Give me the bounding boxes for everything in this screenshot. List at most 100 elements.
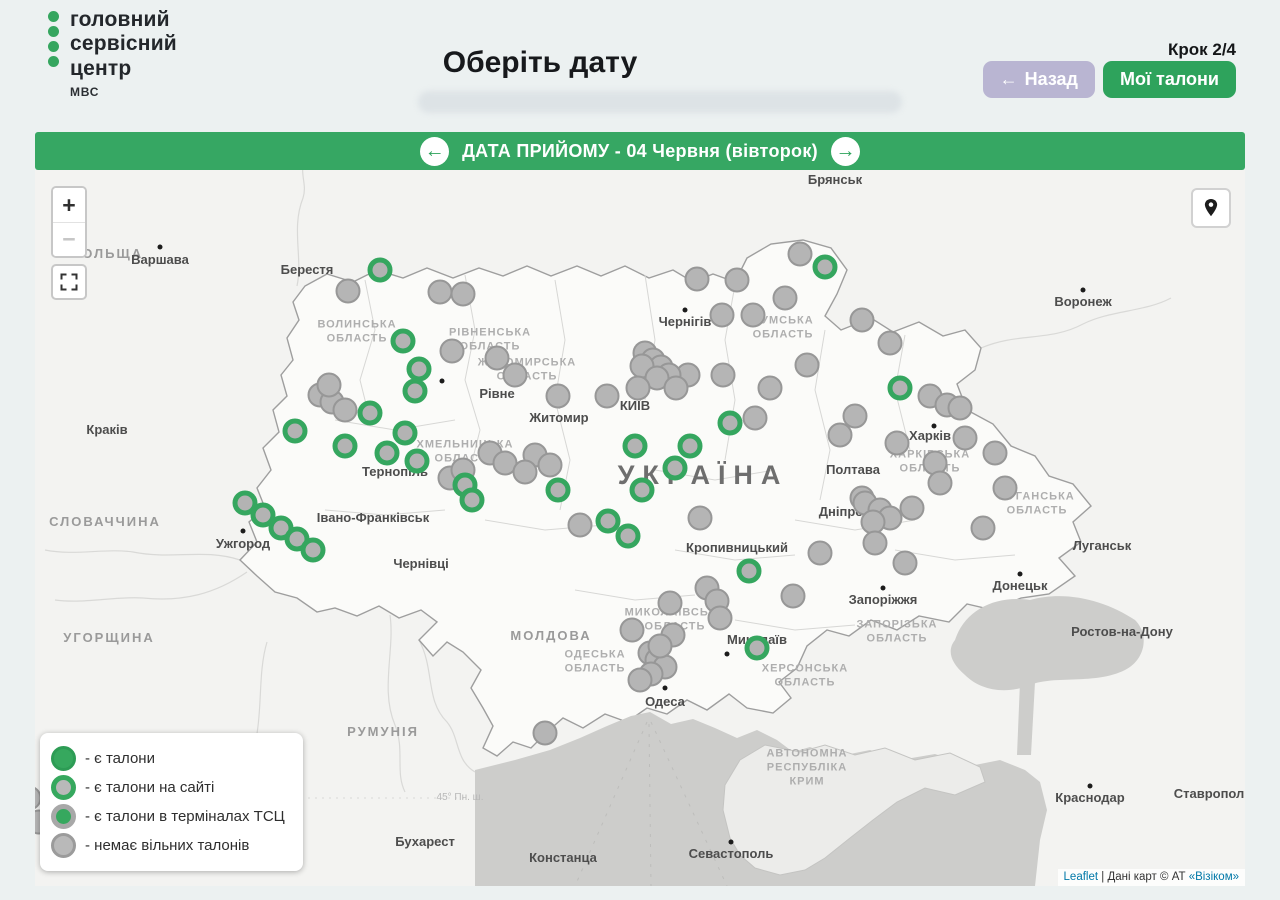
service-center-marker-tickets-on-site[interactable] bbox=[460, 488, 485, 513]
service-center-marker-no-tickets[interactable] bbox=[688, 506, 713, 531]
locate-button[interactable] bbox=[1191, 188, 1231, 228]
service-center-marker-tickets-on-site[interactable] bbox=[283, 419, 308, 444]
prev-date-button[interactable]: ← bbox=[420, 137, 449, 166]
service-center-marker-no-tickets[interactable] bbox=[685, 267, 710, 292]
service-center-marker-no-tickets[interactable] bbox=[568, 513, 593, 538]
service-center-marker-tickets-on-site[interactable] bbox=[393, 421, 418, 446]
service-center-marker-tickets-on-site[interactable] bbox=[616, 524, 641, 549]
service-center-marker-no-tickets[interactable] bbox=[900, 496, 925, 521]
service-center-marker-no-tickets[interactable] bbox=[538, 453, 563, 478]
service-center-marker-no-tickets[interactable] bbox=[664, 376, 689, 401]
service-center-marker-no-tickets[interactable] bbox=[863, 531, 888, 556]
service-center-marker-no-tickets[interactable] bbox=[336, 279, 361, 304]
service-center-marker-no-tickets[interactable] bbox=[546, 384, 571, 409]
service-center-marker-no-tickets[interactable] bbox=[953, 426, 978, 451]
header: головний сервісний центр МВС Оберіть дат… bbox=[0, 0, 1280, 132]
back-button[interactable]: ←Назад bbox=[983, 61, 1095, 98]
service-center-marker-tickets-on-site[interactable] bbox=[358, 401, 383, 426]
service-center-marker-tickets-on-site[interactable] bbox=[368, 258, 393, 283]
service-center-marker-no-tickets[interactable] bbox=[773, 286, 798, 311]
service-center-marker-tickets-on-site[interactable] bbox=[301, 538, 326, 563]
legend-item-available: - є талони bbox=[51, 746, 285, 771]
zoom-in-button[interactable]: + bbox=[53, 188, 85, 222]
service-center-marker-no-tickets[interactable] bbox=[648, 634, 673, 659]
service-center-marker-no-tickets[interactable] bbox=[711, 363, 736, 388]
map-canvas[interactable]: ПОЛЬЩАСЛОВАЧЧИНАУГОРЩИНАРУМУНІЯМОЛДОВАВО… bbox=[35, 170, 1245, 886]
arrow-left-icon: ← bbox=[425, 141, 445, 161]
next-date-button[interactable]: → bbox=[831, 137, 860, 166]
service-center-marker-tickets-on-site[interactable] bbox=[333, 434, 358, 459]
fullscreen-button[interactable] bbox=[51, 264, 87, 300]
service-center-marker-no-tickets[interactable] bbox=[513, 460, 538, 485]
service-center-marker-tickets-on-site[interactable] bbox=[375, 441, 400, 466]
service-center-marker-tickets-on-site[interactable] bbox=[623, 434, 648, 459]
service-center-marker-no-tickets[interactable] bbox=[808, 541, 833, 566]
service-center-marker-no-tickets[interactable] bbox=[788, 242, 813, 267]
service-center-marker-tickets-on-site[interactable] bbox=[403, 379, 428, 404]
header-buttons: ←Назад Мої талони bbox=[983, 61, 1236, 98]
service-center-marker-no-tickets[interactable] bbox=[533, 721, 558, 746]
service-center-marker-no-tickets[interactable] bbox=[878, 331, 903, 356]
leaflet-link[interactable]: Leaflet bbox=[1064, 871, 1099, 883]
service-center-marker-tickets-on-site[interactable] bbox=[745, 636, 770, 661]
service-center-marker-no-tickets[interactable] bbox=[628, 668, 653, 693]
service-center-marker-no-tickets[interactable] bbox=[708, 606, 733, 631]
service-center-marker-no-tickets[interactable] bbox=[983, 441, 1008, 466]
service-center-marker-no-tickets[interactable] bbox=[440, 339, 465, 364]
service-center-marker-no-tickets[interactable] bbox=[893, 551, 918, 576]
back-button-label: Назад bbox=[1025, 69, 1078, 90]
service-center-marker-no-tickets[interactable] bbox=[850, 308, 875, 333]
map-pin-icon bbox=[1202, 198, 1220, 218]
service-center-marker-tickets-on-site[interactable] bbox=[663, 456, 688, 481]
service-center-marker-no-tickets[interactable] bbox=[658, 591, 683, 616]
service-center-marker-no-tickets[interactable] bbox=[741, 303, 766, 328]
service-center-marker-no-tickets[interactable] bbox=[828, 423, 853, 448]
service-center-marker-no-tickets[interactable] bbox=[758, 376, 783, 401]
service-center-marker-no-tickets[interactable] bbox=[503, 363, 528, 388]
service-center-marker-no-tickets[interactable] bbox=[993, 476, 1018, 501]
service-center-marker-no-tickets[interactable] bbox=[620, 618, 645, 643]
service-center-marker-no-tickets[interactable] bbox=[743, 406, 768, 431]
city-dot bbox=[440, 379, 445, 384]
service-center-marker-tickets-on-site[interactable] bbox=[813, 255, 838, 280]
service-center-marker-no-tickets[interactable] bbox=[451, 282, 476, 307]
service-center-marker-no-tickets[interactable] bbox=[595, 384, 620, 409]
service-center-marker-tickets-on-site[interactable] bbox=[888, 376, 913, 401]
service-center-marker-no-tickets[interactable] bbox=[626, 376, 651, 401]
city-dot bbox=[663, 686, 668, 691]
vizikom-link[interactable]: «Візіком» bbox=[1189, 871, 1239, 883]
zoom-control: + − bbox=[51, 186, 87, 258]
fullscreen-icon bbox=[59, 272, 79, 292]
service-center-marker-tickets-on-site[interactable] bbox=[391, 329, 416, 354]
legend-marker-icon-terminal bbox=[51, 804, 76, 829]
legend-marker-icon-available bbox=[51, 746, 76, 771]
service-center-marker-no-tickets[interactable] bbox=[948, 396, 973, 421]
service-center-marker-tickets-on-site[interactable] bbox=[630, 478, 655, 503]
service-center-marker-no-tickets[interactable] bbox=[725, 268, 750, 293]
service-center-marker-tickets-on-site[interactable] bbox=[407, 357, 432, 382]
attribution: Leaflet | Дані карт © АТ «Візіком» bbox=[1058, 869, 1245, 886]
service-center-marker-no-tickets[interactable] bbox=[928, 471, 953, 496]
service-center-marker-no-tickets[interactable] bbox=[317, 373, 342, 398]
legend-item-site: - є талони на сайті bbox=[51, 775, 285, 800]
service-center-marker-no-tickets[interactable] bbox=[710, 303, 735, 328]
service-center-marker-no-tickets[interactable] bbox=[885, 431, 910, 456]
step-indicator: Крок 2/4 bbox=[1168, 40, 1236, 60]
legend-item-terminal: - є талони в терміналах ТСЦ bbox=[51, 804, 285, 829]
service-center-marker-tickets-on-site[interactable] bbox=[718, 411, 743, 436]
service-center-marker-tickets-on-site[interactable] bbox=[737, 559, 762, 584]
service-center-marker-no-tickets[interactable] bbox=[971, 516, 996, 541]
service-center-marker-no-tickets[interactable] bbox=[781, 584, 806, 609]
legend-label: - є талони в терміналах ТСЦ bbox=[85, 808, 285, 825]
service-center-marker-no-tickets[interactable] bbox=[333, 398, 358, 423]
zoom-out-button[interactable]: − bbox=[53, 222, 85, 256]
service-center-marker-tickets-on-site[interactable] bbox=[678, 434, 703, 459]
legend: - є талони - є талони на сайті - є талони … bbox=[40, 733, 303, 871]
service-center-marker-no-tickets[interactable] bbox=[428, 280, 453, 305]
my-tickets-button[interactable]: Мої талони bbox=[1103, 61, 1236, 98]
legend-item-none: - немає вільних талонів bbox=[51, 833, 285, 858]
service-center-marker-no-tickets[interactable] bbox=[795, 353, 820, 378]
logo-line-1: головний bbox=[70, 8, 177, 32]
service-center-marker-tickets-on-site[interactable] bbox=[405, 449, 430, 474]
service-center-marker-tickets-on-site[interactable] bbox=[546, 478, 571, 503]
